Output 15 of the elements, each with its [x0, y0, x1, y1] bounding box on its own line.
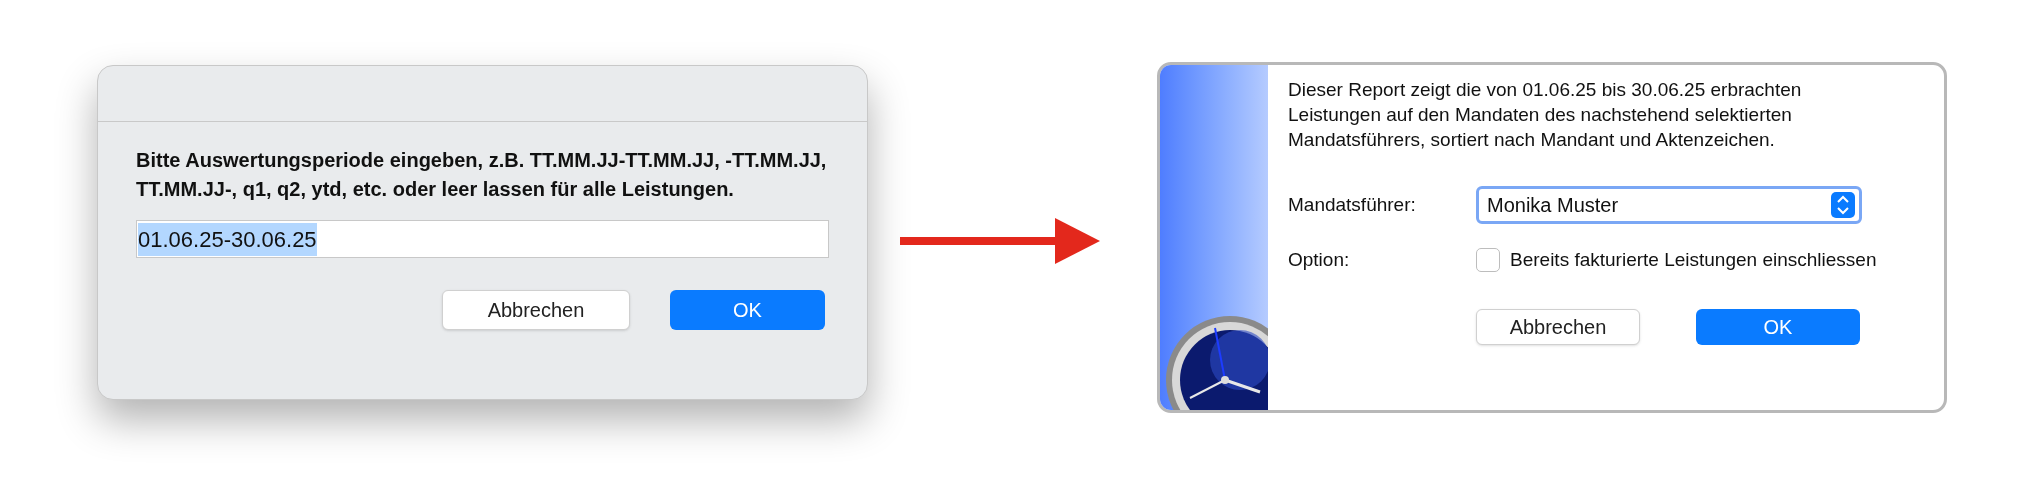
select-dropdown[interactable]: Monika Muster: [1476, 186, 1862, 224]
ok-button[interactable]: OK: [670, 290, 825, 330]
field-label: Option:: [1288, 248, 1351, 272]
stepper-icon: [1831, 192, 1855, 218]
checkbox-label: Bereits fakturierte Leistungen einschliessen: [1510, 248, 1877, 272]
prompt-message: Bitte Auswertungsperiode eingeben, z.B. TT.MM.JJ-TT.MM.JJ, -TT.MM.JJ, TT.MM.JJ-, q1, q2, ytd, etc. oder leer lassen für alle Leistungen.: [136, 148, 828, 202]
input-field[interactable]: 01.06.25-30.06.25: [136, 220, 829, 258]
arrow-icon: [900, 216, 1100, 266]
ok-button[interactable]: OK: [1696, 308, 1860, 345]
report-description: Dieser Report zeigt die von 01.06.25 bis 30.06.25 erbrachten Leistungen auf den Mandaten des nachstehend selektierten Mandatsführers, sortiert nach Mandant und Aktenzeichen.: [1288, 78, 1803, 152]
field-label: Mandatsführer:: [1288, 192, 1417, 217]
cancel-button[interactable]: Abbrechen: [442, 290, 630, 330]
select-value: Monika Muster: [1487, 193, 1619, 218]
cancel-button[interactable]: Abbrechen: [1476, 308, 1640, 345]
checkbox[interactable]: [1476, 248, 1500, 273]
